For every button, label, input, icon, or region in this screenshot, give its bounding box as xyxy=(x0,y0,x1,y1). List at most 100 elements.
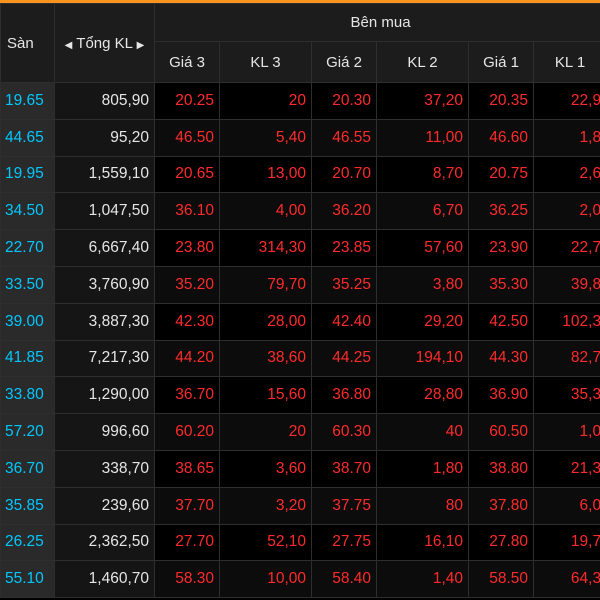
table-row[interactable]: 35.85 239,60 37.70 3,20 37.75 80 37.80 6,0 xyxy=(0,486,600,525)
cell-total-volume: 7,217,30 xyxy=(54,339,155,378)
cell-bid-volume-2: 1,40 xyxy=(376,560,469,599)
cell-bid-volume-1: 1,8 xyxy=(532,118,600,157)
cell-bid-volume-3: 4,00 xyxy=(219,192,312,231)
cell-bid-volume-2: 1,80 xyxy=(376,449,469,488)
header-san-label: Sàn xyxy=(7,34,34,52)
cell-bid-price-1: 37.80 xyxy=(468,486,534,525)
cell-bid-price-3: 58.30 xyxy=(154,560,220,599)
cell-bid-volume-2: 80 xyxy=(376,486,469,525)
cell-bid-price-1: 38.80 xyxy=(468,449,534,488)
header-tong-kl[interactable]: ◀ Tổng KL ▶ xyxy=(54,3,155,83)
cell-bid-price-2: 27.75 xyxy=(311,523,377,562)
table-row[interactable]: 34.50 1,047,50 36.10 4,00 36.20 6,70 36.25 2,0 xyxy=(0,192,600,231)
cell-floor-price: 22.70 xyxy=(0,229,55,267)
cell-bid-volume-1: 1,0 xyxy=(532,413,600,451)
cell-bid-volume-1: 2,0 xyxy=(532,192,600,231)
header-kl3[interactable]: KL 3 xyxy=(219,41,312,83)
cell-bid-price-1: 35.30 xyxy=(468,265,534,304)
cell-bid-volume-2: 6,70 xyxy=(376,192,469,231)
cell-bid-volume-3: 10,00 xyxy=(219,560,312,599)
header-kl2[interactable]: KL 2 xyxy=(376,41,469,83)
cell-bid-price-2: 20.70 xyxy=(311,155,377,194)
header-tong-kl-label: Tổng KL xyxy=(76,34,133,52)
cell-bid-price-3: 36.70 xyxy=(154,376,220,415)
header-gia1[interactable]: Giá 1 xyxy=(468,41,534,83)
cell-floor-price: 39.00 xyxy=(0,302,55,341)
cell-bid-volume-1: 35,3 xyxy=(532,376,600,415)
header-kl2-label: KL 2 xyxy=(407,53,438,71)
cell-bid-price-3: 20.65 xyxy=(154,155,220,194)
cell-total-volume: 996,60 xyxy=(54,413,155,451)
table-row[interactable]: 26.25 2,362,50 27.70 52,10 27.75 16,10 27.80 19… xyxy=(0,523,600,562)
header-gia3[interactable]: Giá 3 xyxy=(154,41,220,83)
cell-bid-volume-1: 21,3 xyxy=(532,449,600,488)
cell-bid-volume-1: 22,7 xyxy=(532,229,600,267)
cell-total-volume: 1,047,50 xyxy=(54,192,155,231)
scroll-right-icon[interactable]: ▶ xyxy=(137,40,145,51)
table-row[interactable]: 44.65 95,20 46.50 5,40 46.55 11,00 46.60 1,8 xyxy=(0,118,600,157)
cell-total-volume: 6,667,40 xyxy=(54,229,155,267)
header-kl1[interactable]: KL 1 xyxy=(532,41,600,83)
cell-bid-price-2: 46.55 xyxy=(311,118,377,157)
table-header: Sàn ◀ Tổng KL ▶ Bên mua Giá 3 KL 3 Giá 2… xyxy=(0,3,600,83)
cell-bid-volume-3: 314,30 xyxy=(219,229,312,267)
cell-bid-volume-1: 19,7 xyxy=(532,523,600,562)
cell-bid-price-2: 35.25 xyxy=(311,265,377,304)
cell-floor-price: 19.65 xyxy=(0,82,55,120)
header-gia2[interactable]: Giá 2 xyxy=(311,41,377,83)
cell-bid-volume-1: 82,7 xyxy=(532,339,600,378)
cell-bid-price-1: 23.90 xyxy=(468,229,534,267)
price-board: Sàn ◀ Tổng KL ▶ Bên mua Giá 3 KL 3 Giá 2… xyxy=(0,3,600,600)
cell-bid-price-2: 23.85 xyxy=(311,229,377,267)
cell-floor-price: 33.50 xyxy=(0,265,55,304)
cell-bid-price-2: 60.30 xyxy=(311,413,377,451)
header-ben-mua-label: Bên mua xyxy=(350,14,411,31)
table-row[interactable]: 19.95 1,559,10 20.65 13,00 20.70 8,70 20.75 2,6 xyxy=(0,155,600,194)
cell-bid-price-2: 36.80 xyxy=(311,376,377,415)
cell-bid-price-3: 20.25 xyxy=(154,82,220,120)
cell-bid-price-2: 42.40 xyxy=(311,302,377,341)
cell-bid-price-3: 42.30 xyxy=(154,302,220,341)
cell-bid-price-1: 20.75 xyxy=(468,155,534,194)
cell-floor-price: 35.85 xyxy=(0,486,55,525)
scroll-left-icon[interactable]: ◀ xyxy=(65,40,73,51)
table-row[interactable]: 33.80 1,290,00 36.70 15,60 36.80 28,80 36.90 35… xyxy=(0,376,600,415)
cell-bid-price-3: 35.20 xyxy=(154,265,220,304)
table-body: 19.65 805,90 20.25 20 20.30 37,20 20.35 22,9 44.… xyxy=(0,82,600,599)
cell-bid-price-1: 44.30 xyxy=(468,339,534,378)
cell-total-volume: 3,887,30 xyxy=(54,302,155,341)
cell-bid-price-3: 23.80 xyxy=(154,229,220,267)
cell-floor-price: 33.80 xyxy=(0,376,55,415)
header-kl1-label: KL 1 xyxy=(554,53,586,71)
cell-floor-price: 26.25 xyxy=(0,523,55,562)
cell-bid-volume-1: 64,3 xyxy=(532,560,600,599)
cell-bid-price-2: 58.40 xyxy=(311,560,377,599)
table-row[interactable]: 22.70 6,667,40 23.80 314,30 23.85 57,60 23.90 2… xyxy=(0,229,600,267)
cell-floor-price: 36.70 xyxy=(0,449,55,488)
cell-bid-price-1: 20.35 xyxy=(468,82,534,120)
table-row[interactable]: 57.20 996,60 60.20 20 60.30 40 60.50 1,0 xyxy=(0,413,600,451)
table-row[interactable]: 41.85 7,217,30 44.20 38,60 44.25 194,10 44.30 8… xyxy=(0,339,600,378)
cell-bid-price-1: 46.60 xyxy=(468,118,534,157)
table-row[interactable]: 39.00 3,887,30 42.30 28,00 42.40 29,20 42.50 10… xyxy=(0,302,600,341)
cell-total-volume: 1,559,10 xyxy=(54,155,155,194)
cell-bid-volume-2: 57,60 xyxy=(376,229,469,267)
cell-floor-price: 41.85 xyxy=(0,339,55,378)
cell-bid-price-2: 37.75 xyxy=(311,486,377,525)
cell-bid-volume-3: 3,20 xyxy=(219,486,312,525)
cell-bid-volume-3: 20 xyxy=(219,413,312,451)
cell-total-volume: 239,60 xyxy=(54,486,155,525)
table-row[interactable]: 55.10 1,460,70 58.30 10,00 58.40 1,40 58.50 64,… xyxy=(0,560,600,599)
cell-bid-price-1: 27.80 xyxy=(468,523,534,562)
header-san[interactable]: Sàn xyxy=(0,3,55,83)
table-row[interactable]: 19.65 805,90 20.25 20 20.30 37,20 20.35 22,9 xyxy=(0,82,600,120)
table-row[interactable]: 33.50 3,760,90 35.20 79,70 35.25 3,80 35.30 39,… xyxy=(0,265,600,304)
cell-bid-price-1: 36.90 xyxy=(468,376,534,415)
price-board-table: Sàn ◀ Tổng KL ▶ Bên mua Giá 3 KL 3 Giá 2… xyxy=(0,3,600,599)
table-row[interactable]: 36.70 338,70 38.65 3,60 38.70 1,80 38.80 21,3 xyxy=(0,449,600,488)
header-ben-mua: Bên mua xyxy=(153,3,600,42)
cell-total-volume: 1,460,70 xyxy=(54,560,155,599)
cell-total-volume: 338,70 xyxy=(54,449,155,488)
cell-floor-price: 57.20 xyxy=(0,413,55,451)
cell-bid-price-2: 20.30 xyxy=(311,82,377,120)
